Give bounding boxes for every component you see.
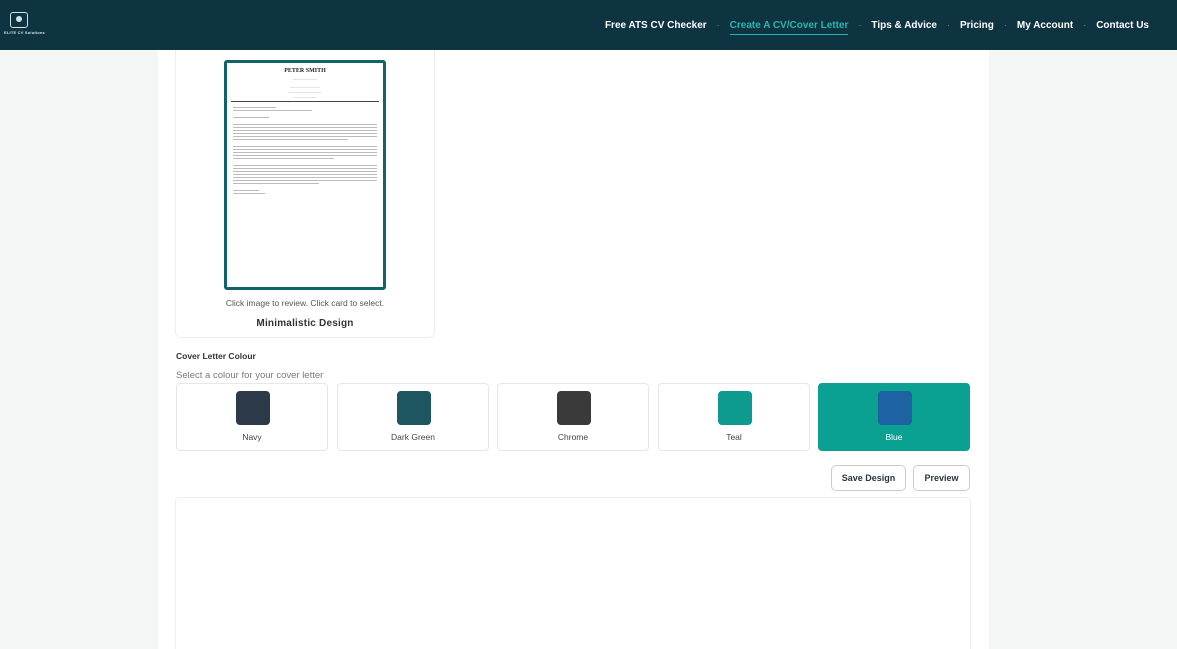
site-logo[interactable]: ELITE CV Solutions <box>4 12 45 38</box>
cover-letter-preview-area <box>175 497 971 649</box>
logo-text: ELITE CV Solutions <box>4 30 45 35</box>
template-preview-line: ——————————— <box>288 90 322 94</box>
nav-contact-us[interactable]: Contact Us <box>1094 20 1151 31</box>
colour-option-label: Dark Green <box>391 432 435 442</box>
top-navigation-bar: ELITE CV Solutions Free ATS CV Checker ·… <box>0 0 1177 50</box>
template-preview-body <box>233 107 377 196</box>
colour-option-teal[interactable]: Teal <box>658 383 810 451</box>
nav-pricing[interactable]: Pricing <box>958 20 996 31</box>
colour-swatch <box>236 391 270 425</box>
logo-icon <box>10 12 28 28</box>
nav-separator: · <box>716 20 720 30</box>
colour-option-label: Navy <box>242 432 262 442</box>
colour-option-dark-green[interactable]: Dark Green <box>337 383 489 451</box>
nav-separator: · <box>858 20 862 30</box>
colour-swatch <box>397 391 431 425</box>
nav-separator: · <box>946 20 950 30</box>
colour-swatch <box>557 391 591 425</box>
template-preview-image[interactable]: PETER SMITH ———————— —————————— ————————… <box>224 60 386 290</box>
template-preview-line: ———————— <box>293 95 317 99</box>
nav-my-account[interactable]: My Account <box>1015 20 1075 31</box>
nav-create-cv-cover-letter[interactable]: Create A CV/Cover Letter <box>728 20 851 35</box>
colour-section-label: Cover Letter Colour <box>176 351 256 361</box>
colour-swatch <box>718 391 752 425</box>
colour-section-subtitle: Select a colour for your cover letter <box>176 370 324 381</box>
colour-option-label: Teal <box>726 432 742 442</box>
nav-free-ats-cv-checker[interactable]: Free ATS CV Checker <box>603 20 709 31</box>
colour-option-blue[interactable]: Blue <box>818 383 970 451</box>
nav-separator: · <box>1003 20 1007 30</box>
save-design-button[interactable]: Save Design <box>831 465 906 491</box>
main-nav: Free ATS CV Checker · Create A CV/Cover … <box>603 0 1151 50</box>
colour-option-chrome[interactable]: Chrome <box>497 383 649 451</box>
nav-separator: · <box>1083 20 1087 30</box>
colour-option-navy[interactable]: Navy <box>176 383 328 451</box>
template-preview-divider <box>231 101 379 102</box>
template-preview-name: PETER SMITH <box>284 68 326 74</box>
template-preview-line: —————————— <box>290 85 320 89</box>
nav-tips-advice[interactable]: Tips & Advice <box>869 20 939 31</box>
template-title: Minimalistic Design <box>256 318 354 329</box>
colour-option-label: Chrome <box>557 432 589 442</box>
colour-option-label: Blue <box>885 432 903 442</box>
template-hint-text: Click image to review. Click card to sel… <box>225 298 385 308</box>
preview-button[interactable]: Preview <box>913 465 970 491</box>
template-preview-line: ———————— <box>293 77 317 81</box>
colour-swatch <box>878 391 912 425</box>
